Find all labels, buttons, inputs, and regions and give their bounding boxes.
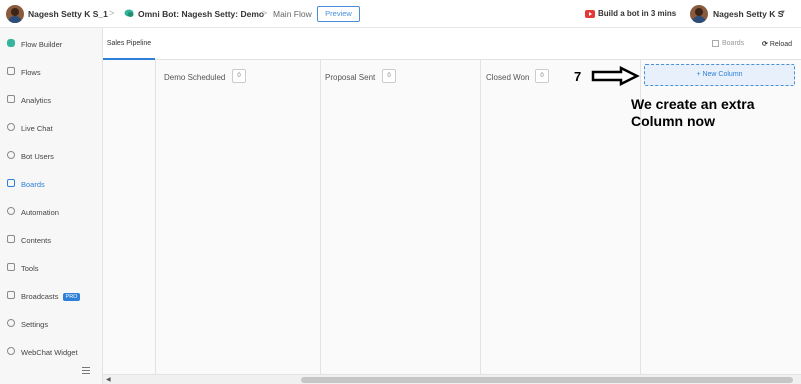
sidebar: Flow Builder Flows Analytics Live Chat B… [0, 28, 103, 384]
sidebar-item-label: Bot Users [21, 152, 54, 161]
board-header: Sales Pipeline Boards ⟳ Reload [103, 28, 801, 60]
grid-icon [7, 67, 15, 75]
user-icon [7, 151, 15, 159]
automation-icon [7, 207, 15, 215]
sidebar-item-flow-builder[interactable]: Flow Builder [0, 35, 103, 53]
sidebar-item-label: Settings [21, 320, 49, 329]
sidebar-item-label: Automation [21, 208, 59, 217]
sidebar-item-label: Broadcasts [21, 292, 59, 301]
reload-label: Reload [769, 41, 793, 48]
user-name[interactable]: Nagesh Setty K S [713, 9, 783, 19]
tools-icon [7, 263, 15, 271]
sidebar-item-settings[interactable]: Settings [0, 315, 103, 333]
boards-link[interactable]: Boards [722, 40, 744, 47]
workspace-avatar[interactable] [6, 5, 24, 23]
preview-button[interactable]: Preview [317, 6, 360, 22]
column-title[interactable]: Demo Scheduled [164, 73, 225, 82]
bot-name[interactable]: Omni Bot: Nagesh Setty: Demo [138, 9, 264, 19]
sidebar-item-label: Live Chat [21, 124, 53, 133]
tab-sales-pipeline[interactable]: Sales Pipeline [103, 28, 155, 60]
sidebar-item-label: Flow Builder [21, 40, 63, 49]
gear-icon [7, 319, 15, 327]
top-bar: Nagesh Setty K S_1 > Omni Bot: Nagesh Se… [0, 0, 801, 28]
chat-bubble-icon [124, 9, 134, 17]
board-column: Demo Scheduled 0 [155, 60, 320, 374]
sidebar-item-label: WebChat Widget [21, 348, 78, 357]
step-number: 7 [574, 69, 582, 84]
sidebar-item-webchat-widget[interactable]: WebChat Widget [0, 343, 103, 361]
reload-button[interactable]: ⟳ Reload [762, 40, 792, 48]
sidebar-item-label-wrap: Broadcasts PRO [21, 292, 81, 301]
board-icon [7, 179, 15, 187]
youtube-icon [585, 10, 595, 18]
column-count-badge: 0 [382, 69, 396, 83]
menu-collapse-icon[interactable] [82, 367, 90, 374]
sidebar-item-broadcasts[interactable]: Broadcasts PRO [0, 287, 103, 305]
horizontal-scrollbar[interactable]: ◀ [103, 374, 801, 384]
sidebar-item-label: Contents [21, 236, 52, 245]
breadcrumb-chevron-icon: > [262, 8, 268, 18]
column-title[interactable]: Proposal Sent [325, 73, 375, 82]
sidebar-item-contents[interactable]: Contents [0, 231, 103, 249]
board-column: Proposal Sent 0 [320, 60, 480, 374]
sidebar-item-live-chat[interactable]: Live Chat [0, 119, 103, 137]
chat-bubble-icon [7, 39, 15, 47]
user-avatar[interactable] [690, 5, 708, 23]
tutorial-link[interactable]: Build a bot in 3 mins [598, 9, 676, 18]
contents-icon [7, 235, 15, 243]
arrow-right-icon [591, 66, 640, 86]
sidebar-item-label: Tools [21, 264, 39, 273]
new-column-button[interactable]: + New Column [644, 64, 795, 86]
sidebar-item-analytics[interactable]: Analytics [0, 91, 103, 109]
headset-icon [7, 123, 15, 131]
board-icon [712, 40, 719, 47]
scroll-left-icon[interactable]: ◀ [106, 376, 111, 383]
sidebar-item-tools[interactable]: Tools [0, 259, 103, 277]
annotation-text: We create an extra Column now [631, 96, 755, 129]
sidebar-item-flows[interactable]: Flows [0, 63, 103, 81]
flow-name[interactable]: Main Flow [273, 9, 312, 19]
chevron-down-icon[interactable]: ▼ [780, 10, 786, 16]
sidebar-item-bot-users[interactable]: Bot Users [0, 147, 103, 165]
sidebar-item-label: Analytics [21, 96, 52, 105]
chart-icon [7, 95, 15, 103]
breadcrumb-chevron-icon: > [109, 8, 115, 18]
sidebar-item-automation[interactable]: Automation [0, 203, 103, 221]
widget-icon [7, 347, 15, 355]
sidebar-item-label: Boards [21, 180, 45, 189]
sidebar-item-boards[interactable]: Boards [0, 175, 103, 193]
pro-badge: PRO [62, 293, 81, 301]
column-count-badge: 0 [232, 69, 246, 83]
column-title[interactable]: Closed Won [486, 73, 529, 82]
reload-icon: ⟳ [762, 41, 768, 48]
megaphone-icon [7, 291, 15, 299]
column-count-badge: 0 [535, 69, 549, 83]
board-column: Closed Won 0 [480, 60, 640, 374]
sidebar-item-label: Flows [21, 68, 41, 77]
scrollbar-thumb[interactable] [301, 377, 793, 383]
workspace-name[interactable]: Nagesh Setty K S_1 [28, 9, 108, 19]
